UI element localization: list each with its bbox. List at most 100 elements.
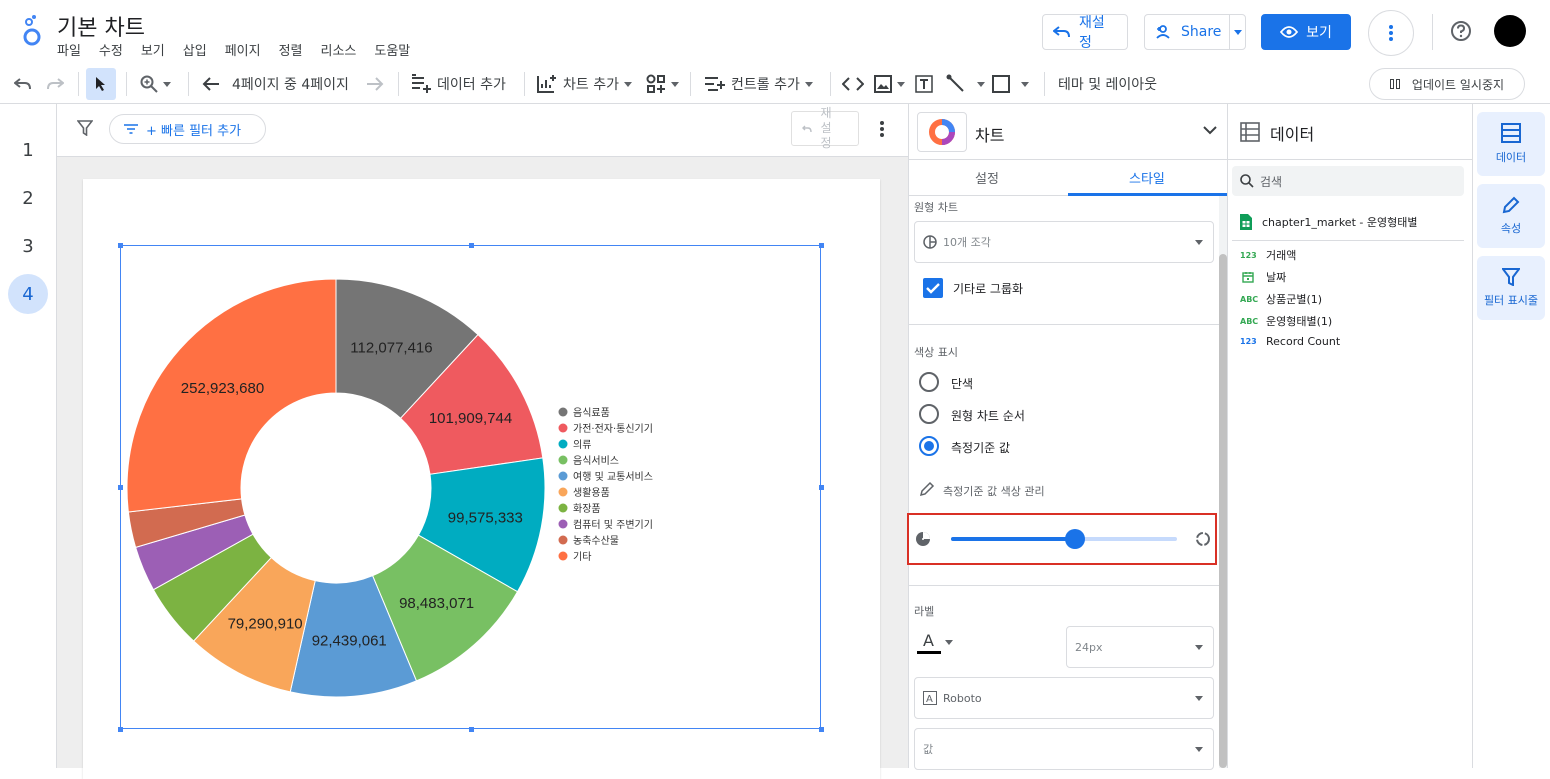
more-options-button[interactable] — [1368, 10, 1414, 56]
undo-icon[interactable] — [14, 64, 32, 104]
page-tab-4[interactable]: 4 — [8, 274, 48, 314]
help-icon[interactable] — [1450, 20, 1472, 42]
menu-insert[interactable]: 삽입 — [183, 40, 207, 59]
donut-hole-slider-track[interactable] — [951, 529, 1177, 549]
menu-edit[interactable]: 수정 — [99, 40, 123, 59]
field-search-input[interactable]: 검색 — [1232, 166, 1464, 196]
chevron-down-icon[interactable] — [1203, 126, 1217, 135]
resize-handle[interactable] — [819, 485, 824, 490]
menu-resource[interactable]: 리소스 — [321, 40, 357, 59]
filter-icon[interactable] — [77, 120, 93, 136]
field-item[interactable]: ABC 상품군별(1) — [1240, 291, 1322, 307]
slice-count-dropdown[interactable]: 10개 조각 — [914, 221, 1214, 263]
pie-chart-component[interactable]: 112,077,416 101,909,744 99,575,333 98,483,0… — [120, 245, 821, 729]
rail-filters-button[interactable]: 필터 표시줄 — [1477, 256, 1545, 320]
resize-handle[interactable] — [819, 243, 824, 248]
rail-data-button[interactable]: 데이터 — [1477, 112, 1545, 176]
props-scrollbar-thumb[interactable] — [1219, 254, 1227, 768]
legend-label[interactable]: 화장품 — [573, 503, 601, 515]
legend-label[interactable]: 음식료품 — [573, 407, 610, 419]
field-name: 거래액 — [1266, 249, 1297, 262]
share-button[interactable]: Share — [1144, 14, 1246, 50]
radio-pie-order[interactable] — [919, 404, 939, 424]
resize-handle[interactable] — [118, 485, 123, 490]
text-type-icon: ABC — [1240, 316, 1259, 326]
color-section-title: 색상 표시 — [914, 346, 958, 359]
shape-button[interactable] — [992, 64, 1029, 104]
add-chart-button[interactable]: 차트 추가 — [536, 64, 632, 104]
image-button[interactable] — [874, 64, 905, 104]
next-page-icon[interactable] — [366, 64, 384, 104]
sheets-icon — [1240, 214, 1252, 230]
page-tab-1[interactable]: 1 — [8, 130, 48, 170]
donut-hole-slider-fill — [951, 537, 1076, 541]
radio-dimension-values[interactable] — [919, 436, 939, 456]
donut-chart[interactable]: 112,077,416 101,909,744 99,575,333 98,483,0… — [121, 246, 822, 730]
previous-page-icon[interactable] — [202, 64, 220, 104]
view-button[interactable]: 보기 — [1261, 14, 1351, 50]
toolbar-divider — [398, 72, 399, 96]
zoom-button[interactable] — [140, 64, 171, 104]
text-box-icon[interactable] — [914, 64, 934, 104]
legend-label[interactable]: 컴퓨터 및 주변기기 — [573, 519, 653, 531]
legend-label[interactable]: 생활용품 — [573, 486, 610, 499]
field-item[interactable]: 날짜 — [1240, 269, 1286, 285]
props-scrollbar[interactable] — [1219, 196, 1227, 768]
add-data-button[interactable]: 데이터 추가 — [410, 64, 506, 104]
legend-label[interactable]: 음식서비스 — [573, 455, 619, 467]
page-tab-3[interactable]: 3 — [8, 226, 48, 266]
radio-single-color[interactable] — [919, 372, 939, 392]
text-color-button[interactable]: A — [917, 630, 957, 660]
menu-view[interactable]: 보기 — [141, 40, 165, 59]
vertical-dots-icon[interactable] — [880, 121, 884, 137]
font-size-value: 24px — [1075, 640, 1103, 654]
tab-setup[interactable]: 설정 — [975, 168, 999, 187]
chart-type-selector[interactable]: 차트 — [909, 104, 1227, 160]
report-title[interactable]: 기본 차트 — [57, 10, 145, 42]
reset-button[interactable]: 재설정 — [1042, 14, 1128, 51]
field-item[interactable]: ABC 운영형태별(1) — [1240, 313, 1332, 329]
menu-help[interactable]: 도움말 — [374, 40, 410, 59]
pencil-icon[interactable] — [919, 481, 935, 497]
looker-studio-logo-icon[interactable] — [20, 14, 44, 48]
menu-page[interactable]: 페이지 — [225, 40, 261, 59]
field-item[interactable]: 123 거래액 — [1240, 247, 1296, 263]
select-tool-button[interactable] — [86, 68, 116, 100]
manage-colors-link[interactable]: 측정기준 값 색상 관리 — [943, 483, 1045, 499]
tab-style[interactable]: 스타일 — [1129, 168, 1165, 187]
pause-updates-button[interactable]: 업데이트 일시중지 — [1369, 68, 1525, 100]
legend-label[interactable]: 가전·전자·통신기기 — [573, 423, 653, 435]
resize-handle[interactable] — [118, 243, 123, 248]
resize-handle[interactable] — [118, 727, 123, 732]
embed-code-icon[interactable] — [842, 64, 864, 104]
page-tab-2[interactable]: 2 — [8, 178, 48, 218]
add-control-button[interactable]: 컨트롤 추가 — [704, 64, 813, 104]
font-family-dropdown[interactable]: A Roboto — [914, 677, 1214, 719]
font-size-dropdown[interactable]: 24px — [1066, 626, 1214, 668]
slice-count-value: 10개 조각 — [943, 236, 991, 249]
eye-icon — [1280, 26, 1299, 38]
menu-arrange[interactable]: 정렬 — [279, 40, 303, 59]
group-other-checkbox[interactable] — [923, 278, 943, 298]
line-button[interactable] — [946, 64, 985, 104]
legend-label[interactable]: 농축수산물 — [573, 535, 619, 547]
props-tabs: 설정 스타일 — [909, 160, 1227, 196]
resize-handle[interactable] — [469, 727, 474, 732]
filter-reset-label: 재설정 — [820, 106, 832, 150]
quick-filter-button[interactable]: + 빠른 필터 추가 — [109, 114, 266, 144]
field-item[interactable]: 123 Record Count — [1240, 335, 1340, 348]
legend-label[interactable]: 기타 — [573, 551, 591, 563]
legend-label[interactable]: 의류 — [573, 439, 591, 451]
redo-icon[interactable] — [46, 64, 64, 104]
resize-handle[interactable] — [469, 243, 474, 248]
community-visualizations-button[interactable] — [646, 64, 679, 104]
legend-label[interactable]: 여행 및 교통서비스 — [573, 471, 653, 483]
label-type-dropdown[interactable]: 값 — [914, 728, 1214, 770]
menu-file[interactable]: 파일 — [57, 40, 81, 59]
data-source-item[interactable]: chapter1_market - 운영형태별 — [1240, 214, 1417, 230]
resize-handle[interactable] — [819, 727, 824, 732]
avatar[interactable] — [1494, 15, 1526, 47]
share-dropdown[interactable] — [1229, 15, 1245, 49]
theme-layout-button[interactable]: 테마 및 레이아웃 — [1058, 64, 1157, 104]
rail-properties-button[interactable]: 속성 — [1477, 184, 1545, 248]
